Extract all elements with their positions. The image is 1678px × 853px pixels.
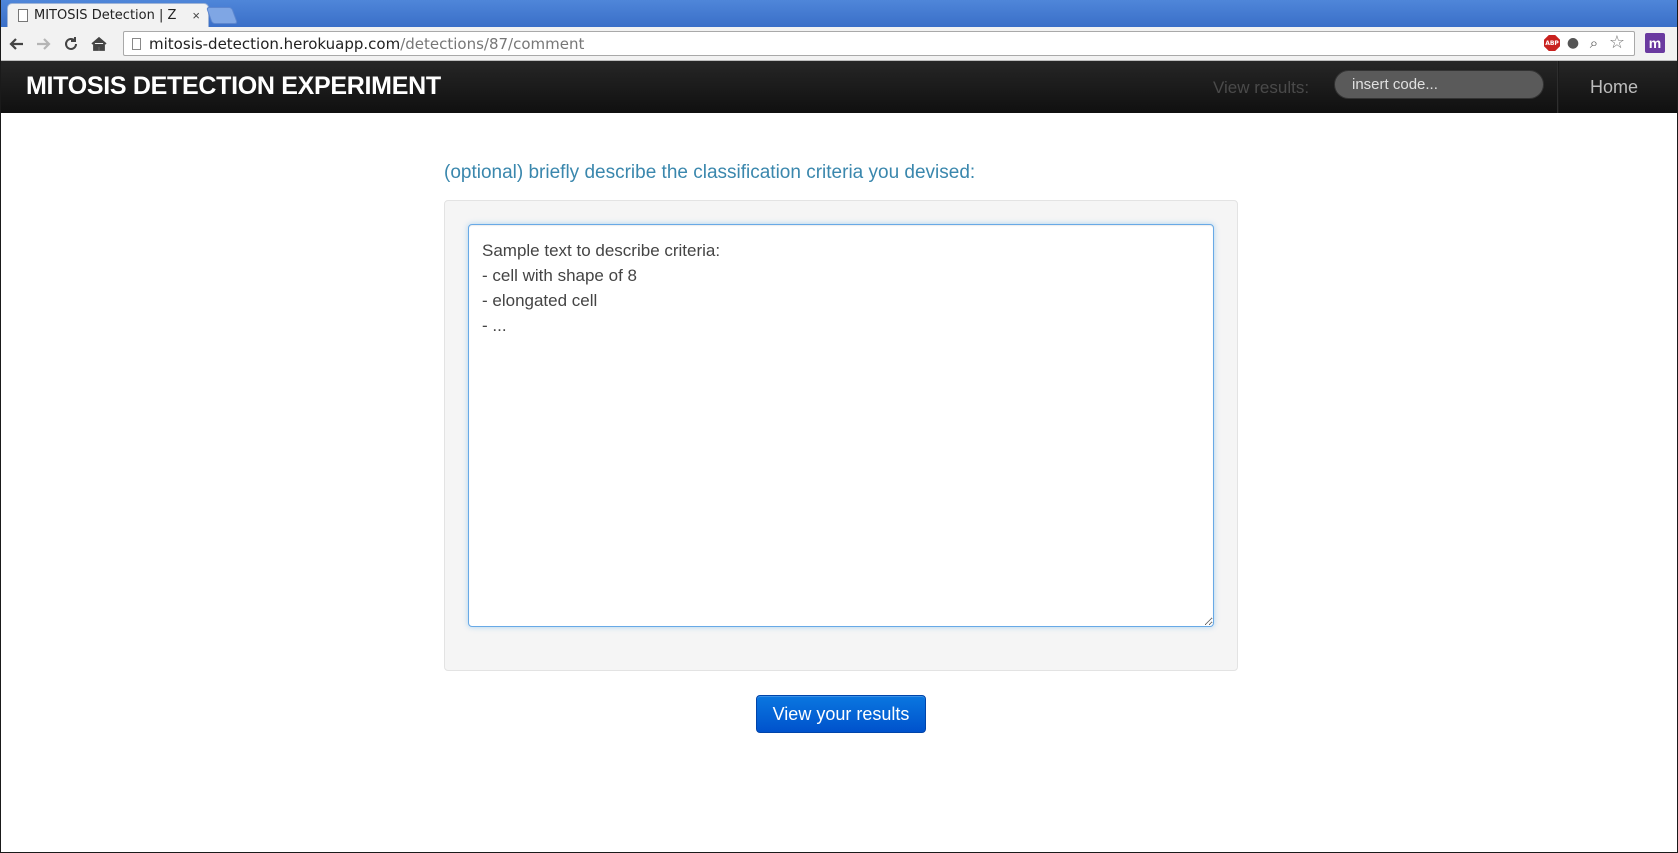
site-navbar: MITOSIS DETECTION EXPERIMENT View result…: [1, 61, 1677, 113]
url-host: mitosis-detection.herokuapp.com: [149, 34, 401, 53]
brand-title[interactable]: MITOSIS DETECTION EXPERIMENT: [26, 72, 441, 101]
browser-tab[interactable]: MITOSIS Detection | Z ×: [7, 3, 209, 27]
page-icon: [18, 9, 28, 22]
nav-divider: [1557, 61, 1559, 113]
tab-title: MITOSIS Detection | Z: [34, 8, 177, 23]
adblock-icon[interactable]: ABP: [1544, 35, 1560, 51]
page-icon: [132, 37, 141, 50]
back-icon[interactable]: [5, 32, 29, 56]
extension-m-icon[interactable]: m: [1645, 33, 1665, 53]
reload-icon[interactable]: [59, 32, 83, 56]
criteria-prompt: (optional) briefly describe the classifi…: [444, 162, 976, 183]
criteria-textarea[interactable]: Sample text to describe criteria: - cell…: [468, 224, 1214, 627]
zoom-icon[interactable]: ⌕: [1586, 35, 1602, 51]
view-results-button[interactable]: View your results: [756, 695, 926, 733]
browser-tab-strip: MITOSIS Detection | Z ×: [1, 0, 1677, 27]
browser-toolbar: mitosis-detection.herokuapp.com/detectio…: [1, 27, 1677, 61]
forward-icon[interactable]: [31, 32, 55, 56]
home-icon[interactable]: [87, 32, 111, 56]
lightbulb-icon[interactable]: ●: [1566, 35, 1580, 51]
results-code-input[interactable]: [1334, 70, 1544, 99]
home-link[interactable]: Home: [1590, 77, 1638, 98]
address-bar[interactable]: mitosis-detection.herokuapp.com/detectio…: [123, 31, 1635, 56]
new-tab-button[interactable]: [205, 7, 239, 24]
url-path: /detections/87/comment: [400, 34, 585, 53]
bookmark-star-icon[interactable]: ☆: [1608, 34, 1626, 52]
view-results-label: View results:: [1213, 78, 1310, 97]
tab-close-icon[interactable]: ×: [192, 8, 200, 23]
